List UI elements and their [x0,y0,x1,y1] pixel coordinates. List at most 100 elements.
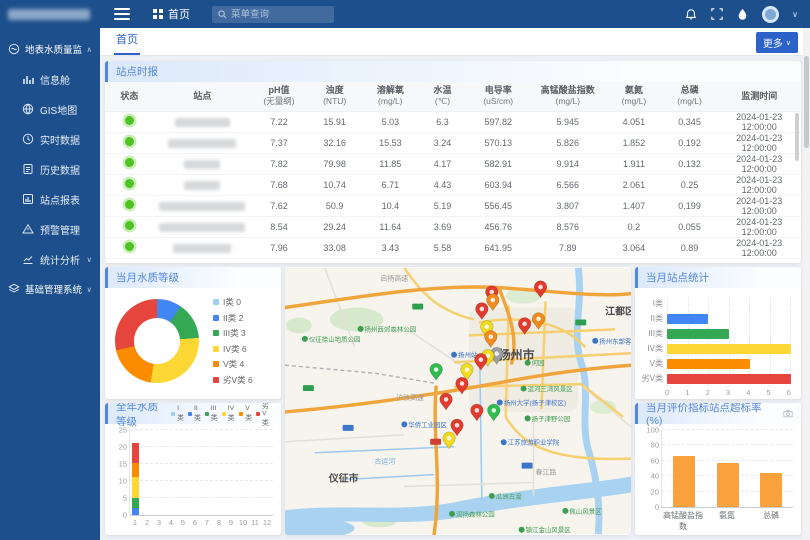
table-row[interactable]: 7.9633.083.435.58641.957.893.0640.892024… [105,237,801,258]
cell-value: 4.43 [418,174,467,195]
stacked-bar-month-1[interactable] [132,443,139,515]
sidebar-item-4[interactable]: 历史数据 [0,154,100,184]
x-category-label: 高锰酸盐指数 [661,510,705,532]
menu-search-input[interactable] [231,9,321,20]
fullscreen-icon[interactable] [710,8,723,21]
cell-value: 10.4 [363,195,419,216]
hbar-bar[interactable] [667,314,708,324]
save-image-icon[interactable] [783,409,793,418]
page-scrollbar[interactable] [803,28,810,540]
sidebar-collapse-icon[interactable] [114,8,130,20]
sidebar-item-label: 统计分析 [40,252,80,267]
alarm-bell-icon[interactable] [684,8,697,21]
legend-label: V类 4 [223,358,244,370]
table-row[interactable]: 7.6250.910.45.19556.453.8071.4070.199202… [105,195,801,216]
page-scrollbar-thumb[interactable] [804,56,809,148]
cell-value: 0.055 [662,216,718,237]
map-poi-label: 扬州西郊森林公园 [365,324,417,333]
map-poi-green[interactable]: 扬州西郊森林公园 [358,324,417,333]
cell-value: 456.76 [467,216,530,237]
water-drop-icon[interactable] [736,8,749,21]
sidebar-item-5[interactable]: 站点报表 [0,184,100,214]
exceed-bar[interactable] [673,456,695,507]
legend-item: 劣V类 [256,403,273,427]
exceed-bar-chart[interactable]: 020406080100 [661,430,793,508]
col-header: 水温(℃) [418,82,467,111]
table-scrollbar-thumb[interactable] [795,113,799,161]
station-hbar-chart[interactable]: I类II类III类IV类V类劣V类 [635,288,801,386]
exceed-bar[interactable] [760,473,782,507]
map-road-label: 春江路 [536,468,557,477]
hbar-bar[interactable] [667,344,791,354]
table-row[interactable]: 7.6810.746.714.43603.946.5662.0610.25202… [105,174,801,195]
station-name-redacted [184,160,220,169]
sidebar-item-3[interactable]: 实时数据 [0,124,100,154]
table-row[interactable]: 7.8279.9811.854.17582.919.9141.9110.1322… [105,153,801,174]
history-data-icon [22,163,34,175]
legend-dot [205,412,209,416]
park-poi-icon [525,360,531,366]
map-poi-green[interactable]: 仪征捺山地质公园 [302,334,361,343]
sidebar-item-1[interactable]: 信息舱 [0,64,100,94]
station-name-redacted [184,181,220,190]
breadcrumb-home[interactable]: 首页 [152,6,190,22]
cell-value: 4.051 [606,111,662,132]
hbar-row: V类 [641,356,791,371]
cell-value: 5.58 [418,237,467,258]
menu-search[interactable] [212,6,334,23]
more-button[interactable]: 更多∨ [756,32,798,53]
station-map[interactable]: 扬州市仪征市江都区扬州西郊森林公园仪征捺山地质公园何园运河三湾风景区扬子津野公园… [285,267,631,535]
cell-value: 6.566 [530,174,607,195]
cell-value: 33.08 [307,237,363,258]
map-poi-green[interactable]: 扬子津野公园 [525,414,571,423]
sidebar-item-label: 信息舱 [40,72,70,87]
table-row[interactable]: 7.2215.915.036.3597.825.9454.0510.345202… [105,111,801,132]
sidebar-item-2[interactable]: GIS地图 [0,94,100,124]
table-row[interactable]: 7.3732.1615.533.24570.135.8261.8520.1922… [105,132,801,153]
month-station-title: 当月站点统计 [646,270,709,285]
station-report-panel: 站点时报 状态站点pH值(无量纲)浊度(NTU)溶解氧(mg/L)水温(℃)电导… [105,61,801,263]
tab-home[interactable]: 首页 [114,25,140,55]
station-name-redacted [168,139,236,148]
map-poi-blue[interactable]: 江苏旅游职业学院 [501,438,560,447]
user-menu-chevron-down-icon[interactable]: ∨ [792,10,798,19]
y-gridline [130,429,273,430]
sidebar-item-7[interactable]: 统计分析∨ [0,244,100,274]
station-name-redacted [159,202,245,211]
legend-dot [213,330,219,336]
sidebar-root-water-system[interactable]: 地表水质量监测系统 ∧ [0,34,100,64]
quality-donut-chart[interactable] [115,299,199,383]
hbar-bar[interactable] [667,374,791,384]
map-poi-label: 运河三湾风景区 [528,384,574,393]
map-poi-blue[interactable]: 扬州大学(扬子津校区) [497,398,566,407]
legend-label: V类 [245,405,252,422]
map-poi-green[interactable]: 运河三湾风景区 [521,384,574,393]
y-gridline [130,497,273,498]
map-poi-blue[interactable]: 华侨工业园区 [401,420,447,429]
stack-segment [132,498,139,508]
pin-dot [475,408,480,413]
hbar-track [667,311,791,326]
map-poi-label: 润扬森林公园 [456,509,495,518]
user-avatar[interactable] [762,6,779,23]
sidebar-root-base-system[interactable]: 基础管理系统 ∨ [0,274,100,304]
sidebar-root-label: 地表水质量监测系统 [25,42,82,56]
place-poi-icon [497,400,503,406]
y-gridline [130,446,273,447]
legend-label: I类 0 [223,296,241,308]
table-row[interactable]: 8.5429.2411.643.69456.768.5760.20.055202… [105,216,801,237]
status-online-dot [125,242,134,251]
cell-value: 5.19 [418,195,467,216]
year-stacked-chart[interactable]: 0510152025 [129,430,273,516]
col-header: 浊度(NTU) [307,82,363,111]
hbar-bar[interactable] [667,329,729,339]
exceed-bar[interactable] [717,463,739,507]
map-poi-green[interactable]: 镇江金山风景区 [519,525,572,534]
map-poi-green[interactable]: 润扬森林公园 [449,509,495,518]
sidebar-item-6[interactable]: 预警管理 [0,214,100,244]
legend-item: I类 [171,405,184,422]
cell-value: 50.9 [307,195,363,216]
stack-segment [132,508,139,515]
breadcrumb-home-label: 首页 [168,6,190,22]
hbar-bar[interactable] [667,359,750,369]
